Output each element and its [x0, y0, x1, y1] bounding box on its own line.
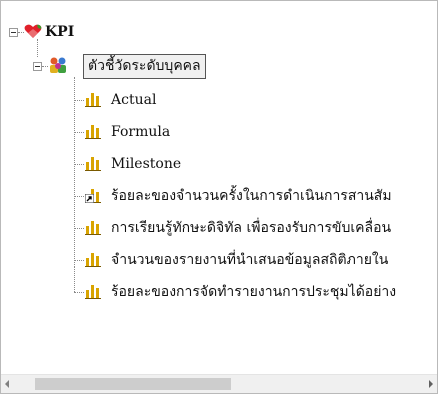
tree-item-kpi-4[interactable]: ร้อยละของจำนวนครั้งในการดำเนินการสานสัม — [111, 187, 392, 205]
tree-connector — [74, 267, 76, 292]
tree-item-label: ร้อยละของจำนวนครั้งในการดำเนินการสานสัม — [111, 188, 392, 204]
tree-item-kpi-5[interactable]: การเรียนรู้ทักษะดิจิทัล เพื่อรองรับการขั… — [111, 219, 391, 237]
tree-item-label: ร้อยละของการจัดทำรายงานการประชุมได้อย่าง — [111, 284, 397, 300]
kpi-tree: KPI ตัวชี้วัดระดับบุคคล Actual Formula M… — [1, 1, 437, 373]
tree-root-kpi[interactable]: KPI — [45, 23, 74, 41]
heart-icon — [24, 24, 42, 38]
tree-connector — [74, 100, 84, 102]
bar-chart-icon — [85, 284, 101, 299]
tree-item-actual[interactable]: Actual — [111, 91, 156, 109]
bar-chart-icon — [85, 220, 101, 235]
tree-item-label: Actual — [111, 92, 157, 108]
bar-chart-icon — [85, 124, 101, 139]
bar-chart-icon — [85, 156, 101, 171]
tree-connector — [74, 77, 76, 267]
scroll-left-icon[interactable] — [5, 380, 9, 388]
scroll-right-icon[interactable] — [429, 380, 433, 388]
horizontal-scrollbar[interactable] — [1, 374, 437, 393]
tree-item-label: จำนวนของรายงานที่นำเสนอข้อมูลสถิติภายใน — [111, 252, 389, 268]
bar-chart-shortcut-icon — [85, 188, 101, 203]
tree-item-label: Formula — [111, 124, 171, 140]
tree-item-label: การเรียนรู้ทักษะดิจิทัล เพื่อรองรับการขั… — [111, 220, 392, 236]
group-collapse-toggle[interactable] — [33, 62, 42, 71]
scrollbar-thumb[interactable] — [35, 378, 231, 390]
bar-chart-icon — [85, 92, 101, 107]
tree-root-label: KPI — [45, 24, 75, 40]
tree-item-kpi-6[interactable]: จำนวนของรายงานที่นำเสนอข้อมูลสถิติภายใน — [111, 251, 388, 269]
tree-item-formula[interactable]: Formula — [111, 123, 170, 141]
tree-item-label: Milestone — [111, 156, 182, 172]
tree-connector — [74, 132, 84, 134]
tree-connector — [74, 292, 84, 294]
tree-connector — [74, 164, 84, 166]
tree-connector — [74, 196, 84, 198]
tree-connector — [74, 228, 84, 230]
bar-chart-icon — [85, 252, 101, 267]
tree-connector — [37, 39, 39, 57]
kpi-tree-panel: KPI ตัวชี้วัดระดับบุคคล Actual Formula M… — [0, 0, 438, 394]
people-group-icon — [50, 57, 66, 73]
tree-group-label: ตัวชี้วัดระดับบุคคล — [88, 58, 201, 74]
tree-group-individual-kpi[interactable]: ตัวชี้วัดระดับบุคคล — [83, 54, 206, 79]
tree-item-kpi-7[interactable]: ร้อยละของการจัดทำรายงานการประชุมได้อย่าง — [111, 283, 396, 301]
root-collapse-toggle[interactable] — [9, 28, 18, 37]
tree-connector — [74, 260, 84, 262]
tree-item-milestone[interactable]: Milestone — [111, 155, 181, 173]
